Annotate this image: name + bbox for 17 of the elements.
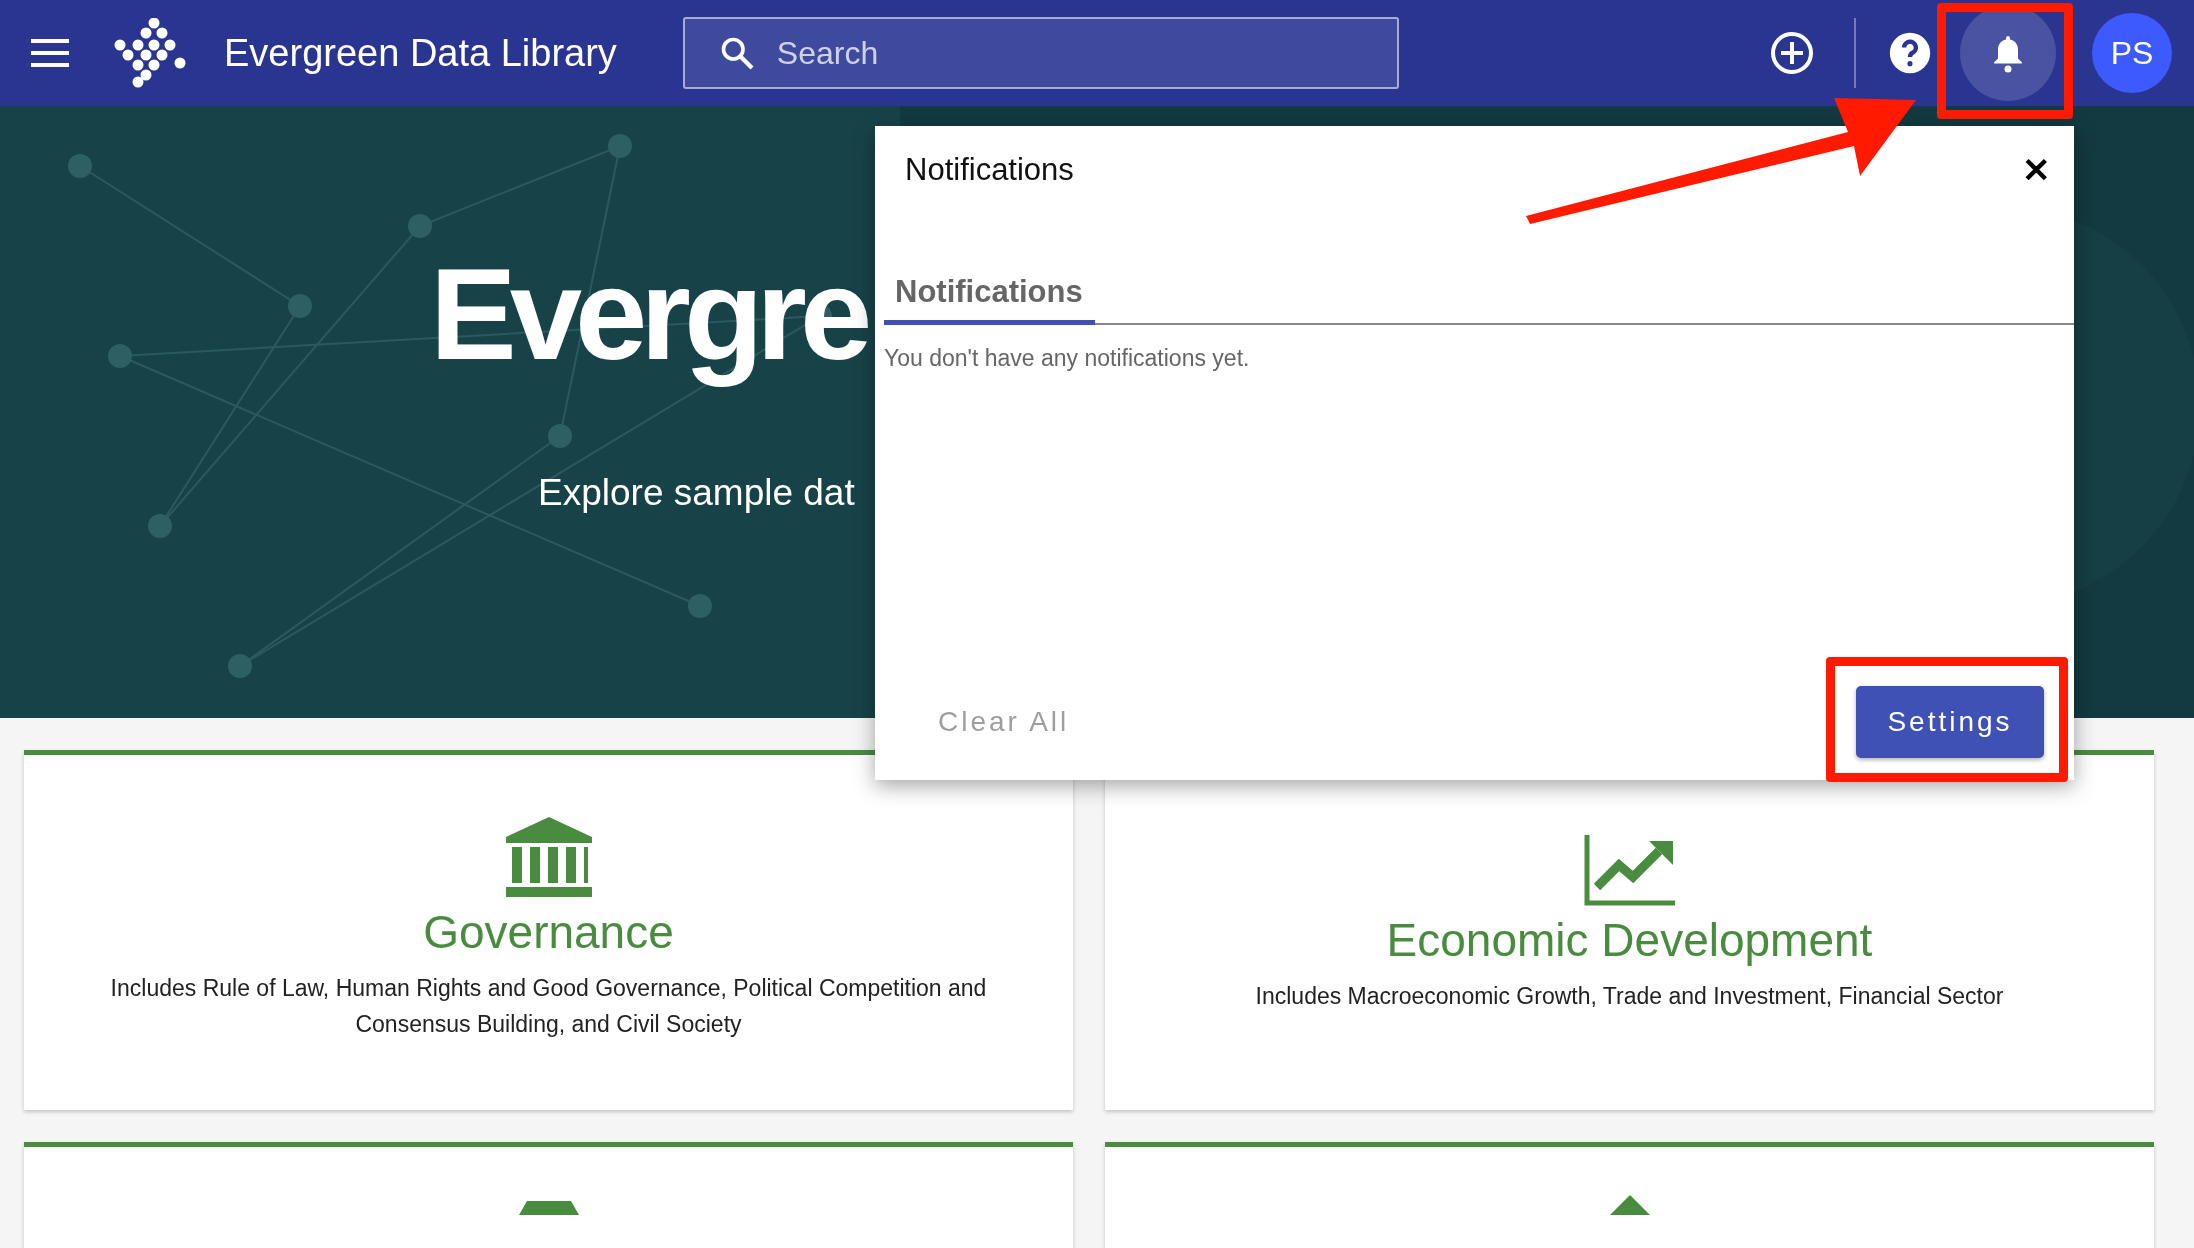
hero-title: Evergre <box>430 240 866 389</box>
panel-title: Notifications <box>905 152 1074 188</box>
card-title: Economic Development <box>1386 913 1873 967</box>
hero-subtitle: Explore sample dat <box>538 472 855 514</box>
card-title: Governance <box>423 905 674 959</box>
tab[interactable]: Notifications <box>884 274 1095 325</box>
search-field[interactable]: Search <box>682 17 1399 89</box>
user-avatar[interactable]: PS <box>2092 13 2172 93</box>
category-card[interactable]: Economic Development Includes Macroeconomic Growth, Trade and Investment, Financial Sector <box>1105 750 2154 1110</box>
card-description: Includes Rule of Law, Human Rights and Good Governance, Political Competition and Consensus Building, and Civil Society <box>109 974 988 1039</box>
card-description: Includes Macroeconomic Growth, Trade and Investment, Financial Sector <box>1255 982 2004 1011</box>
close-button[interactable]: ✕ <box>2018 150 2054 190</box>
app-title: Evergreen Data Library <box>224 31 617 75</box>
search-input[interactable]: Search <box>774 33 1335 73</box>
settings-button[interactable]: Settings <box>1856 686 2044 758</box>
category-card[interactable]: Governance Includes Rule of Law, Human Rights and Good Governance, Political Competition and Consensus Building, and Civil Society <box>24 750 1073 1110</box>
empty-message: You don't have any notifications yet. <box>884 345 1251 373</box>
